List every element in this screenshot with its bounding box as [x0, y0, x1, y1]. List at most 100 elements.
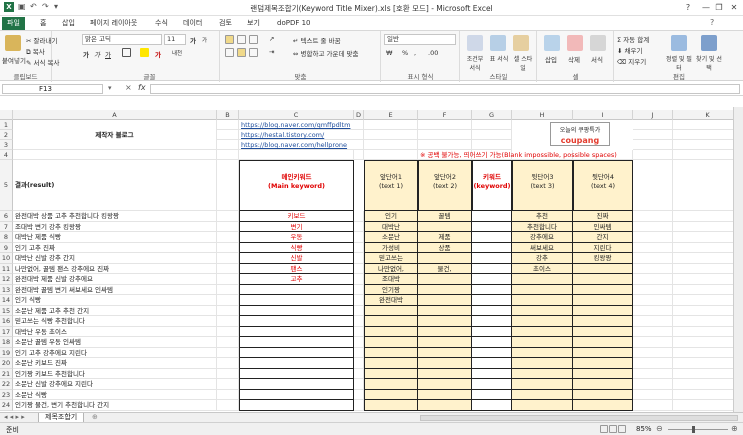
row-header[interactable]: 1: [0, 120, 13, 130]
insert-cells-icon[interactable]: [544, 35, 560, 51]
text1-cell[interactable]: 나만없어,: [364, 263, 418, 274]
result-cell[interactable]: 인기짱 물건, 변기 추천합니다 간지: [13, 400, 239, 411]
text4-header[interactable]: 뒷단어4 (text 4): [573, 160, 633, 211]
text3-cell[interactable]: 추천: [512, 211, 573, 222]
keyword-cell[interactable]: [472, 326, 512, 337]
text2-header[interactable]: 앞단어2 (text 2): [418, 160, 472, 211]
cell[interactable]: [633, 221, 673, 232]
result-cell[interactable]: 소문난 꿀템 우동 인싸템: [13, 337, 239, 348]
cell[interactable]: [354, 358, 364, 369]
result-cell[interactable]: 완전대박 꿀템 변기 써보세요 인싸템: [13, 284, 239, 295]
result-cell[interactable]: 소문난 제품 고추 추천 간지: [13, 305, 239, 316]
result-cell[interactable]: 소문난 신발 강추에요 지린다: [13, 379, 239, 390]
keyword-cell[interactable]: [472, 316, 512, 327]
result-cell[interactable]: 조대박 변기 강추 킹왕짱: [13, 221, 239, 232]
keyword-cell[interactable]: [472, 253, 512, 264]
text4-cell[interactable]: [573, 379, 633, 390]
autosum-button[interactable]: Σ 자동 합계: [617, 34, 649, 44]
cell[interactable]: [354, 326, 364, 337]
tab-page-layout[interactable]: 페이지 레이아웃: [85, 17, 142, 30]
result-cell[interactable]: 소문난 식빵: [13, 389, 239, 400]
row-header[interactable]: 15: [0, 305, 13, 316]
text2-cell[interactable]: 상품: [418, 242, 472, 253]
text4-cell[interactable]: 인싸템: [573, 221, 633, 232]
text4-cell[interactable]: [573, 284, 633, 295]
insert-button[interactable]: 삽입: [545, 54, 557, 64]
cell[interactable]: [472, 140, 512, 150]
cell[interactable]: [354, 379, 364, 390]
cell[interactable]: [633, 284, 673, 295]
cell[interactable]: [633, 274, 673, 285]
main-keyword-cell[interactable]: [239, 284, 354, 295]
text3-cell[interactable]: [512, 379, 573, 390]
indent-button[interactable]: ⇥: [269, 48, 274, 56]
cell[interactable]: [354, 263, 364, 274]
font-name-select[interactable]: 맑은 고딕: [82, 34, 162, 45]
new-sheet-icon[interactable]: ⊕: [92, 413, 98, 421]
keyword-cell[interactable]: [472, 337, 512, 348]
main-keyword-header[interactable]: 메인키워드 (Main keyword): [239, 160, 354, 211]
text1-cell[interactable]: [364, 316, 418, 327]
text3-cell[interactable]: [512, 295, 573, 306]
keyword-cell[interactable]: [472, 242, 512, 253]
text4-cell[interactable]: 지린다: [573, 242, 633, 253]
main-keyword-cell[interactable]: 우동: [239, 232, 354, 243]
table-format-icon[interactable]: [490, 35, 506, 51]
cell[interactable]: [217, 130, 239, 140]
text1-cell[interactable]: 인기짱: [364, 284, 418, 295]
text1-cell[interactable]: [364, 358, 418, 369]
cell[interactable]: [633, 368, 673, 379]
align-bottom-button[interactable]: [249, 35, 258, 44]
cell[interactable]: [633, 305, 673, 316]
main-keyword-cell[interactable]: [239, 316, 354, 327]
cell[interactable]: [354, 221, 364, 232]
text3-cell[interactable]: [512, 326, 573, 337]
text3-cell[interactable]: [512, 274, 573, 285]
text2-cell[interactable]: 꿀템: [418, 211, 472, 222]
percent-button[interactable]: %: [402, 49, 408, 57]
main-keyword-cell[interactable]: 신발: [239, 253, 354, 264]
text4-cell[interactable]: 간지: [573, 232, 633, 243]
zoom-level[interactable]: 85%: [636, 425, 652, 433]
text3-cell[interactable]: [512, 337, 573, 348]
ribbon-help-button[interactable]: ?: [678, 1, 698, 14]
row-header[interactable]: 14: [0, 295, 13, 306]
page-layout-icon[interactable]: [609, 425, 617, 433]
align-right-button[interactable]: [249, 48, 258, 57]
text1-cell[interactable]: 완전대박: [364, 295, 418, 306]
result-cell[interactable]: 인기짱 키보드 추천합니다: [13, 368, 239, 379]
text3-header[interactable]: 뒷단어3 (text 3): [512, 160, 573, 211]
blog-link-1[interactable]: https://blog.naver.com/qmffpdltm: [239, 120, 364, 130]
phonetic-button[interactable]: 내천: [172, 49, 182, 57]
font-color-button[interactable]: 가: [155, 49, 161, 59]
result-cell[interactable]: 완전대박 상품 고추 추천합니다 킹왕짱: [13, 211, 239, 222]
currency-button[interactable]: ₩: [386, 49, 392, 57]
cancel-icon[interactable]: ×: [125, 83, 132, 92]
keyword-cell[interactable]: [472, 263, 512, 274]
keyword-cell[interactable]: [472, 221, 512, 232]
format-button[interactable]: 서식: [591, 54, 603, 64]
cell[interactable]: [364, 140, 418, 150]
row-header[interactable]: 9: [0, 242, 13, 253]
row-header[interactable]: 8: [0, 232, 13, 243]
text4-cell[interactable]: [573, 337, 633, 348]
main-keyword-cell[interactable]: [239, 337, 354, 348]
keyword-cell[interactable]: [472, 368, 512, 379]
text2-cell[interactable]: [418, 358, 472, 369]
cell[interactable]: [633, 140, 673, 150]
blog-link-2[interactable]: https://hestal.tistory.com/: [239, 130, 364, 140]
text1-cell[interactable]: [364, 337, 418, 348]
text3-cell[interactable]: 추천합니다: [512, 221, 573, 232]
conditional-format-icon[interactable]: [467, 35, 483, 51]
main-keyword-cell[interactable]: 키보드: [239, 211, 354, 222]
keyword-cell[interactable]: [472, 347, 512, 358]
main-keyword-cell[interactable]: 식빵: [239, 242, 354, 253]
row-header[interactable]: 6: [0, 211, 13, 222]
text1-cell[interactable]: 인기: [364, 211, 418, 222]
zoom-in-icon[interactable]: ⊕: [731, 424, 738, 433]
zoom-slider-thumb[interactable]: [692, 426, 695, 433]
cell[interactable]: [418, 120, 472, 130]
cell[interactable]: [354, 150, 364, 160]
orientation-button[interactable]: ↗: [269, 35, 274, 43]
bold-button[interactable]: 가: [83, 49, 89, 59]
